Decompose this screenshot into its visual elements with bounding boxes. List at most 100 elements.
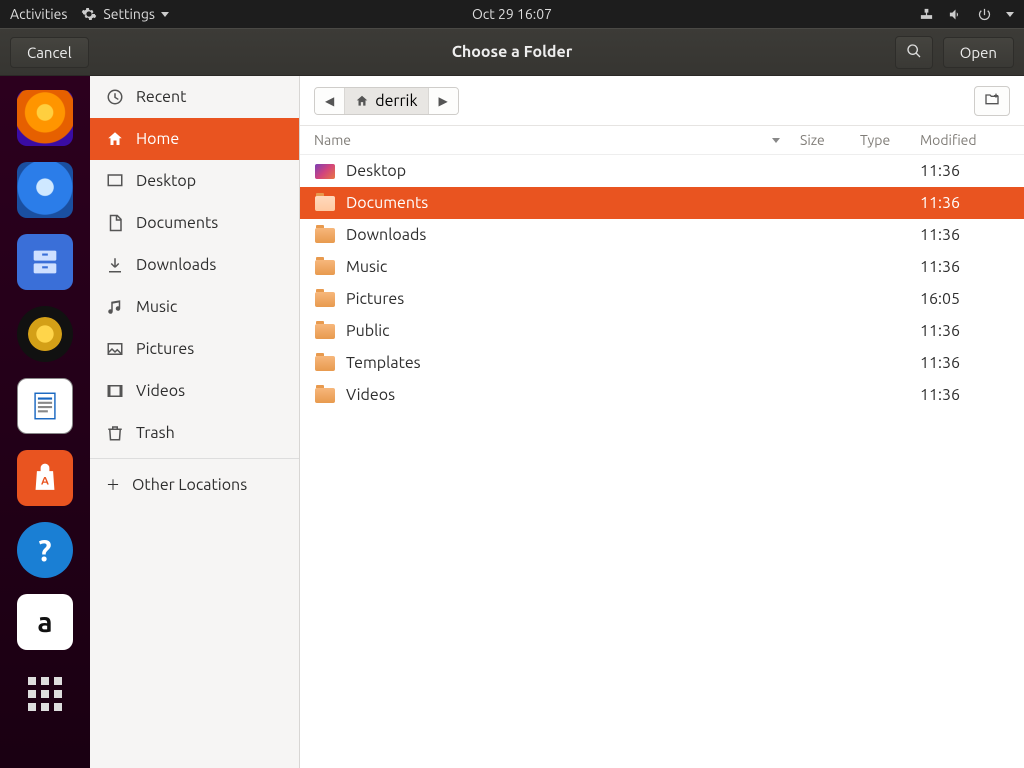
chevron-down-icon — [1006, 12, 1014, 17]
column-header-modified[interactable]: Modified — [920, 132, 1010, 148]
file-modified: 11:36 — [920, 226, 1010, 244]
sidebar-item-label: Home — [136, 130, 179, 148]
path-bar: ◀ derrik ▶ — [300, 76, 1024, 126]
music-icon — [106, 298, 124, 316]
dock-firefox[interactable] — [17, 90, 73, 146]
file-modified: 11:36 — [920, 258, 1010, 276]
sidebar-item-label: Music — [136, 298, 177, 316]
sidebar-item-label: Other Locations — [132, 476, 247, 494]
appmenu-button[interactable]: Settings — [81, 6, 169, 22]
plus-icon: ＋ — [106, 475, 120, 495]
dock-help[interactable]: ? — [17, 522, 73, 578]
sidebar-item-desktop[interactable]: Desktop — [90, 160, 299, 202]
downloads-icon — [106, 256, 124, 274]
sidebar-item-downloads[interactable]: Downloads — [90, 244, 299, 286]
file-name: Videos — [346, 386, 800, 404]
file-name: Templates — [346, 354, 800, 372]
sidebar-item-trash[interactable]: Trash — [90, 412, 299, 454]
sidebar-item-label: Recent — [136, 88, 186, 106]
appmenu-label: Settings — [103, 6, 155, 22]
clock-icon — [106, 88, 124, 106]
file-name: Public — [346, 322, 800, 340]
file-row[interactable]: Documents 11:36 — [300, 187, 1024, 219]
folder-icon — [314, 385, 336, 405]
network-icon — [919, 7, 934, 22]
folder-icon — [314, 289, 336, 309]
sidebar-item-videos[interactable]: Videos — [90, 370, 299, 412]
dock-files[interactable] — [17, 234, 73, 290]
sidebar-item-label: Videos — [136, 382, 185, 400]
file-row[interactable]: Public 11:36 — [300, 315, 1024, 347]
path-segment-home[interactable]: derrik — [345, 88, 428, 114]
sidebar-item-documents[interactable]: Documents — [90, 202, 299, 244]
search-icon — [906, 43, 922, 59]
open-button[interactable]: Open — [943, 37, 1014, 68]
videos-icon — [106, 382, 124, 400]
path-segment-label: derrik — [375, 92, 417, 110]
path-back-button[interactable]: ◀ — [315, 88, 345, 114]
shopping-bag-icon: A — [30, 463, 60, 493]
dock-rhythmbox[interactable] — [17, 306, 73, 362]
file-modified: 11:36 — [920, 194, 1010, 212]
file-name: Downloads — [346, 226, 800, 244]
file-name: Documents — [346, 194, 800, 212]
system-status-area[interactable] — [919, 7, 1014, 22]
search-button[interactable] — [895, 36, 933, 69]
file-name: Music — [346, 258, 800, 276]
sort-indicator-icon — [772, 138, 780, 143]
file-modified: 11:36 — [920, 322, 1010, 340]
folder-icon — [314, 353, 336, 373]
file-modified: 16:05 — [920, 290, 1010, 308]
file-row[interactable]: Desktop 11:36 — [300, 155, 1024, 187]
sidebar-item-recent[interactable]: Recent — [90, 76, 299, 118]
sidebar-item-other-locations[interactable]: ＋ Other Locations — [90, 463, 299, 507]
file-name: Pictures — [346, 290, 800, 308]
sidebar-item-label: Desktop — [136, 172, 196, 190]
chevron-right-icon: ▶ — [439, 94, 448, 108]
launcher-dock: A ? a — [0, 76, 90, 768]
sidebar-item-label: Pictures — [136, 340, 194, 358]
file-row[interactable]: Templates11:36 — [300, 347, 1024, 379]
svg-text:A: A — [41, 475, 49, 487]
column-header-name[interactable]: Name — [314, 132, 772, 148]
sidebar-item-label: Trash — [136, 424, 175, 442]
file-browser-pane: ◀ derrik ▶ Name Size Type Modified — [300, 76, 1024, 768]
column-header-type[interactable]: Type — [860, 132, 920, 148]
folder-icon — [314, 225, 336, 245]
path-forward-button[interactable]: ▶ — [429, 88, 458, 114]
chevron-down-icon — [161, 12, 169, 17]
dock-software[interactable]: A — [17, 450, 73, 506]
dock-show-apps[interactable] — [17, 666, 73, 722]
folder-icon — [314, 257, 336, 277]
sidebar-item-home[interactable]: Home — [90, 118, 299, 160]
file-name: Desktop — [346, 162, 800, 180]
documents-icon — [106, 214, 124, 232]
file-modified: 11:36 — [920, 162, 1010, 180]
dialog-title: Choose a Folder — [0, 43, 1024, 61]
desktop-folder-icon — [314, 161, 336, 181]
column-header-size[interactable]: Size — [800, 132, 860, 148]
sidebar-item-music[interactable]: Music — [90, 286, 299, 328]
dock-writer[interactable] — [17, 378, 73, 434]
file-row[interactable]: Videos 11:36 — [300, 379, 1024, 411]
dialog-headerbar: Cancel Choose a Folder Open — [0, 28, 1024, 76]
desktop-icon — [106, 172, 124, 190]
file-row[interactable]: Music 11:36 — [300, 251, 1024, 283]
file-row[interactable]: Pictures 16:05 — [300, 283, 1024, 315]
sidebar-item-pictures[interactable]: Pictures — [90, 328, 299, 370]
new-folder-icon — [983, 91, 1001, 107]
home-icon — [355, 94, 369, 108]
activities-button[interactable]: Activities — [10, 6, 67, 22]
file-modified: 11:36 — [920, 386, 1010, 404]
cancel-button[interactable]: Cancel — [10, 37, 89, 68]
file-row[interactable]: Downloads 11:36 — [300, 219, 1024, 251]
power-icon — [977, 7, 992, 22]
document-icon — [28, 389, 62, 423]
home-icon — [106, 130, 124, 148]
sidebar-item-label: Downloads — [136, 256, 216, 274]
gnome-topbar: Activities Settings Oct 29 16:07 — [0, 0, 1024, 28]
dock-amazon[interactable]: a — [17, 594, 73, 650]
dock-thunderbird[interactable] — [17, 162, 73, 218]
new-folder-button[interactable] — [974, 86, 1010, 116]
folder-icon — [314, 193, 336, 213]
